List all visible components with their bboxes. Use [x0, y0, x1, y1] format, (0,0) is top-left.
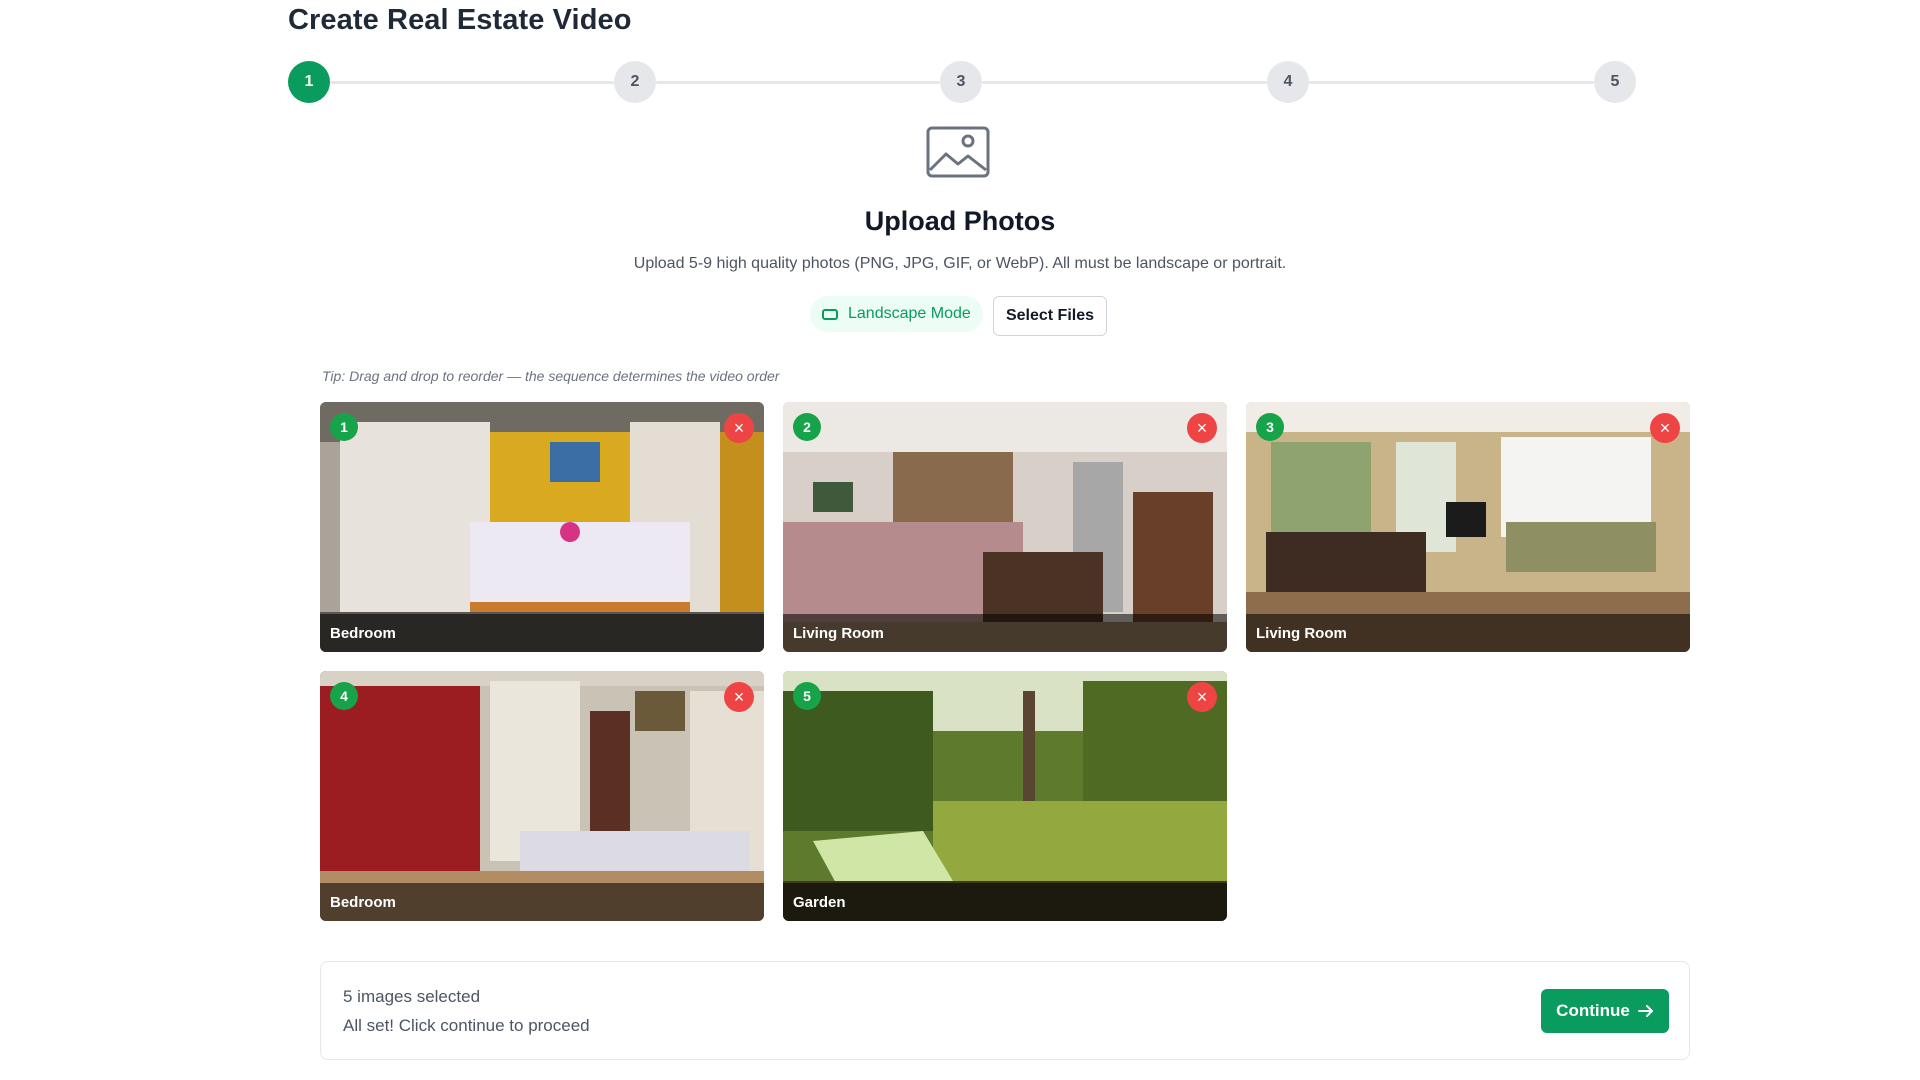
photo-order-badge: 3 — [1256, 413, 1284, 441]
photo-card-3[interactable]: 3 × Living Room — [1246, 402, 1690, 652]
photo-card-4[interactable]: 4 × Bedroom — [320, 671, 764, 921]
step-connector — [330, 81, 614, 84]
step-connector — [1309, 81, 1594, 84]
reorder-tip: Tip: Drag and drop to reorder — the sequ… — [322, 368, 780, 384]
photo-order-badge: 5 — [793, 682, 821, 710]
stepper: 1 2 3 4 5 — [288, 61, 1636, 103]
continue-button[interactable]: Continue — [1541, 989, 1669, 1033]
landscape-mode-label: Landscape Mode — [848, 305, 971, 322]
image-count-text: 5 images selected — [343, 987, 481, 1006]
photo-caption: Bedroom — [320, 883, 764, 921]
landscape-icon — [822, 308, 838, 320]
remove-photo-icon[interactable]: × — [1187, 682, 1217, 712]
photo-order-badge: 2 — [793, 413, 821, 441]
step-3: 3 — [940, 61, 982, 103]
landscape-mode-toggle[interactable]: Landscape Mode — [810, 296, 983, 332]
step-1: 1 — [288, 61, 330, 103]
photo-card-5[interactable]: 5 × Garden — [783, 671, 1227, 921]
step-2: 2 — [614, 61, 656, 103]
select-files-button[interactable]: Select Files — [993, 296, 1107, 336]
photo-card-2[interactable]: 2 × Living Room — [783, 402, 1227, 652]
step-5: 5 — [1594, 61, 1636, 103]
page-title: Create Real Estate Video — [288, 4, 632, 36]
upload-title: Upload Photos — [864, 206, 1056, 236]
arrow-right-icon — [1637, 1005, 1653, 1017]
photo-caption: Living Room — [1246, 614, 1690, 652]
photo-caption: Garden — [783, 883, 1227, 921]
remove-photo-icon[interactable]: × — [724, 413, 754, 443]
step-4: 4 — [1267, 61, 1309, 103]
photo-caption: Living Room — [783, 614, 1227, 652]
photo-caption: Bedroom — [320, 614, 764, 652]
remove-photo-icon[interactable]: × — [1650, 413, 1680, 443]
image-icon — [926, 126, 990, 178]
upload-description: Upload 5-9 high quality photos (PNG, JPG… — [633, 255, 1287, 272]
photo-card-1[interactable]: 1 × Bedroom — [320, 402, 764, 652]
remove-photo-icon[interactable]: × — [724, 682, 754, 712]
status-text: All set! Click continue to proceed — [343, 1016, 590, 1035]
selection-footer: 5 images selected All set! Click continu… — [320, 961, 1690, 1060]
remove-photo-icon[interactable]: × — [1187, 413, 1217, 443]
continue-label: Continue — [1556, 1001, 1630, 1020]
step-connector — [656, 81, 940, 84]
step-connector — [982, 81, 1267, 84]
photo-order-badge: 1 — [330, 413, 358, 441]
page: Create Real Estate Video 1 2 3 4 5 Uploa… — [0, 0, 1920, 1080]
photo-order-badge: 4 — [330, 682, 358, 710]
